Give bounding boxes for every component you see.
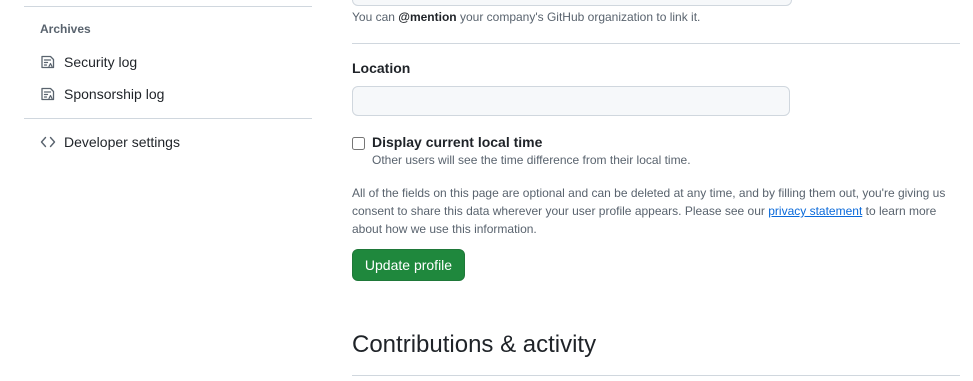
settings-sidebar: Archives Security log Sponsorship log De… bbox=[24, 0, 312, 381]
company-hint: You can @mention your company's GitHub o… bbox=[352, 10, 701, 24]
sidebar-item-label: Security log bbox=[64, 54, 138, 70]
display-local-time-checkbox[interactable] bbox=[352, 137, 365, 150]
location-input[interactable] bbox=[352, 86, 790, 116]
sidebar-divider bbox=[24, 6, 312, 7]
section-divider bbox=[352, 375, 960, 376]
sidebar-divider bbox=[24, 118, 312, 119]
contributions-heading: Contributions & activity bbox=[352, 331, 597, 358]
code-icon bbox=[40, 136, 56, 148]
mention-text: @mention bbox=[398, 10, 457, 24]
log-icon bbox=[41, 87, 55, 101]
sidebar-item-label: Sponsorship log bbox=[64, 86, 165, 102]
sidebar-item-label: Developer settings bbox=[64, 134, 180, 150]
company-input[interactable] bbox=[352, 0, 792, 6]
sidebar-item-sponsorship-log[interactable]: Sponsorship log bbox=[24, 80, 312, 108]
display-local-time-note: Other users will see the time difference… bbox=[372, 153, 691, 167]
sidebar-item-security-log[interactable]: Security log bbox=[24, 48, 312, 76]
log-icon bbox=[41, 55, 55, 69]
update-profile-button[interactable]: Update profile bbox=[352, 249, 465, 281]
privacy-statement-link[interactable]: privacy statement bbox=[768, 204, 862, 218]
section-divider bbox=[352, 43, 960, 44]
profile-settings-main: You can @mention your company's GitHub o… bbox=[352, 0, 973, 381]
display-local-time-label[interactable]: Display current local time bbox=[372, 134, 542, 150]
location-label: Location bbox=[352, 60, 411, 76]
sidebar-item-developer-settings[interactable]: Developer settings bbox=[24, 128, 312, 156]
sidebar-heading-archives: Archives bbox=[40, 22, 91, 36]
privacy-disclaimer: All of the fields on this page are optio… bbox=[352, 186, 946, 236]
